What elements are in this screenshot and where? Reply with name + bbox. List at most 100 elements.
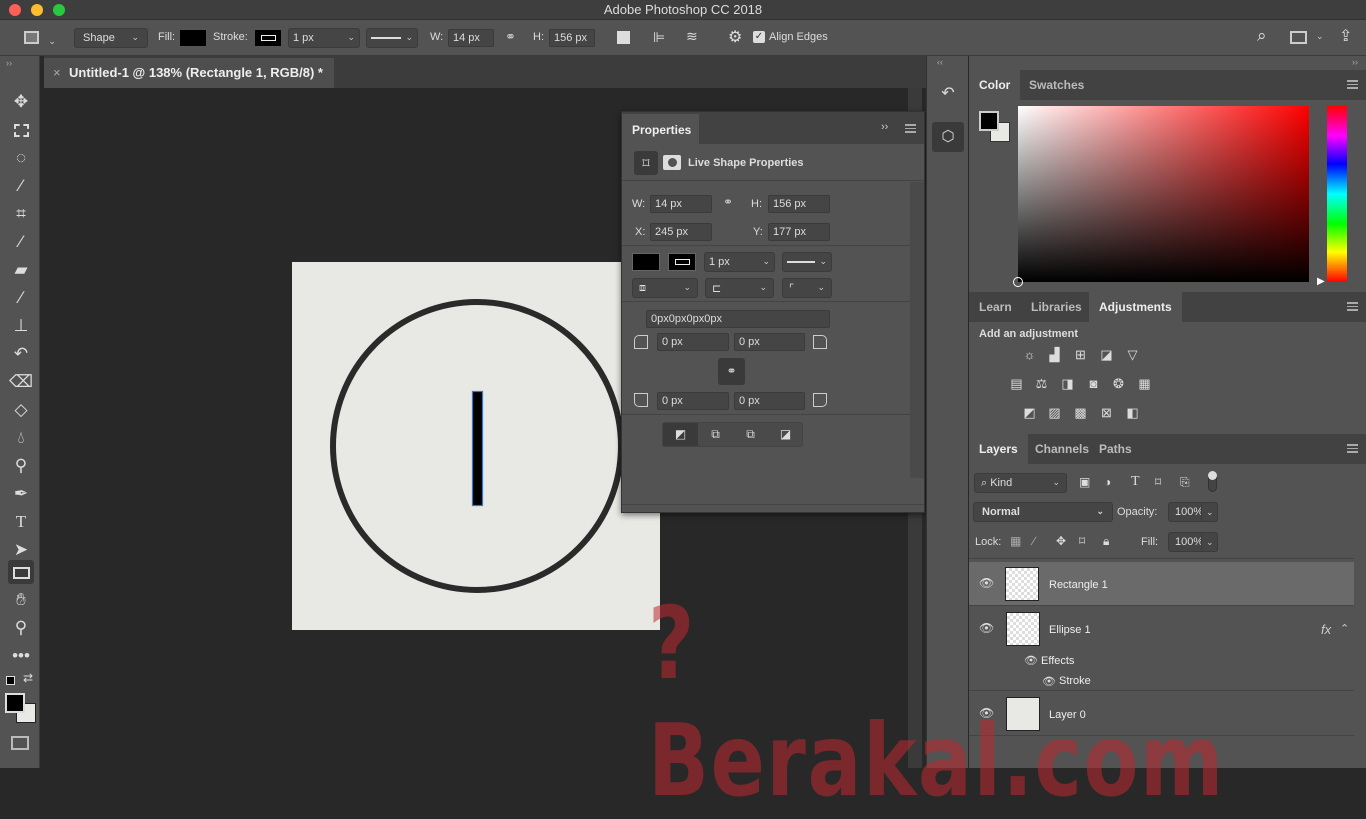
link-icon[interactable]: ⚭ [723,195,733,209]
pen-tool-icon[interactable]: ✒︎ [8,482,34,506]
effects-eye-icon[interactable]: 👁︎ [1024,654,1038,667]
corner-top-left-field[interactable]: 0 px [657,333,729,351]
pixel-layer-filter-icon[interactable]: ▣ [1079,475,1090,489]
tool-preset-picker[interactable]: ⌄ [24,28,64,48]
resize-handle[interactable] [622,504,924,512]
path-selection-tool-icon[interactable]: ➤ [8,538,34,562]
vibrance-icon[interactable]: ▽ [1124,348,1141,362]
corner-bottom-left-field[interactable]: 0 px [657,392,729,410]
adjustment-layer-filter-icon[interactable]: ◑ [1104,475,1111,489]
lock-position-icon[interactable]: ✥ [1056,534,1066,548]
visibility-eye-icon[interactable]: 👁︎ [979,621,994,635]
swap-colors-icon[interactable]: ⇄ [23,671,33,685]
tab-adjustments[interactable]: Adjustments [1089,292,1182,322]
filter-toggle[interactable] [1208,471,1217,492]
eyedropper-tool-icon[interactable]: ⁄ [8,230,34,254]
corner-radius-summary[interactable]: 0px0px0px0px [646,310,830,328]
clone-stamp-tool-icon[interactable]: ⊥ [8,314,34,338]
width-field[interactable]: 14 px [448,29,494,47]
stroke-effect-label[interactable]: Stroke [1059,675,1091,687]
selective-color-icon[interactable]: ⊠ [1098,406,1115,420]
fill-dropdown[interactable]: ⌄ [1201,532,1218,552]
threshold-icon[interactable]: ▩ [1072,406,1089,420]
healing-brush-tool-icon[interactable]: ▰ [8,258,34,282]
levels-icon[interactable]: ▟ [1046,348,1063,362]
history-brush-tool-icon[interactable]: ↶ [8,342,34,366]
document-canvas[interactable] [292,262,660,630]
intersect-shapes-icon[interactable]: ⧉ [733,423,768,446]
panel-menu-icon[interactable] [1347,302,1358,311]
chevron-up-icon[interactable]: ⌃ [1340,622,1349,635]
tab-swatches[interactable]: Swatches [1019,70,1094,100]
share-icon[interactable]: ⇪ [1339,26,1352,46]
panel-menu-icon[interactable] [905,124,916,133]
channel-mixer-icon[interactable]: ❂ [1110,377,1127,391]
history-panel-icon[interactable]: ↶ [934,80,962,108]
w-field[interactable]: 14 px [650,195,712,213]
color-field[interactable] [1013,106,1309,287]
photo-filter-icon[interactable]: ◙ [1085,377,1102,391]
close-tab-icon[interactable]: × [53,65,61,80]
zoom-tool-icon[interactable]: ⚲ [8,616,34,640]
stroke-corners-dropdown[interactable]: ⌜ ⌄ [782,278,832,298]
color-lookup-icon[interactable]: ▦ [1136,377,1153,391]
posterize-icon[interactable]: ▨ [1046,406,1063,420]
workspace-icon[interactable] [1290,31,1307,44]
tab-libraries[interactable]: Libraries [1021,292,1092,322]
lock-artboard-icon[interactable]: ⌑ [1079,534,1085,548]
brightness-contrast-icon[interactable]: ☼ [1021,348,1038,362]
crop-tool-icon[interactable]: ⌗ [8,202,34,226]
move-tool-icon[interactable]: ✥ [8,90,34,114]
color-balance-icon[interactable]: ⚖ [1033,377,1050,391]
type-tool-icon[interactable]: T [8,510,34,534]
gear-icon[interactable]: ⚙ [728,27,742,47]
smart-object-filter-icon[interactable]: ⎘ [1180,475,1190,490]
layer-row[interactable]: 👁︎ Rectangle 1 [969,562,1354,606]
tab-learn[interactable]: Learn [969,292,1022,322]
gradient-map-icon[interactable]: ◧ [1124,406,1141,420]
fill-swatch[interactable] [179,29,207,47]
fill-swatch[interactable] [632,253,660,271]
link-corners-icon[interactable]: ⚭ [718,358,745,385]
search-icon[interactable]: ⌕ [1257,26,1267,46]
path-arrangement-icon[interactable]: ≋ [686,28,698,48]
stroke-type-dropdown[interactable]: ⌄ [782,252,832,272]
panel-menu-icon[interactable] [1347,80,1358,89]
collapse-icon[interactable]: ›› [6,58,12,68]
black-white-icon[interactable]: ◨ [1059,377,1076,391]
layer-row[interactable]: 👁︎ Layer 0 [969,692,1354,736]
hue-saturation-icon[interactable]: ▤ [1008,377,1025,391]
expand-icon[interactable]: ‹‹ [937,57,943,67]
x-field[interactable]: 245 px [650,223,712,241]
lock-transparent-icon[interactable]: ▦ [1010,534,1021,548]
lock-all-icon[interactable]: 🔒︎ [1103,534,1109,549]
marquee-tool-icon[interactable] [8,118,34,142]
stroke-effect-eye-icon[interactable]: 👁︎ [1042,675,1056,688]
type-layer-filter-icon[interactable]: T [1131,474,1140,490]
subtract-shape-icon[interactable]: ⧉ [698,423,733,446]
transform-properties-icon[interactable]: ⌑ [634,151,658,175]
blur-tool-icon[interactable]: 💧︎ [8,426,34,450]
stroke-width-field[interactable]: 1 px ⌄ [704,252,775,272]
hue-slider-handle[interactable]: ▶ [1317,276,1325,287]
quick-mask-icon[interactable] [11,736,29,750]
tool-mode-dropdown[interactable]: Shape ⌄ [74,28,148,48]
3d-panel-icon[interactable]: ⬡ [932,122,964,152]
magic-wand-tool-icon[interactable]: ⁄ [8,174,34,198]
foreground-color-swatch[interactable] [5,693,25,713]
stroke-type-dropdown[interactable]: ⌄ [366,28,418,48]
stroke-width-field[interactable]: 1 px ⌄ [288,28,360,48]
visibility-eye-icon[interactable]: 👁︎ [979,706,994,720]
curves-icon[interactable]: ⊞ [1072,348,1089,362]
tab-layers[interactable]: Layers [969,434,1028,464]
tab-paths[interactable]: Paths [1089,434,1142,464]
rectangle-shape[interactable] [471,390,484,507]
stroke-caps-dropdown[interactable]: ⊏ ⌄ [705,278,774,298]
hue-slider[interactable] [1327,106,1347,282]
document-tab[interactable]: × Untitled-1 @ 138% (Rectangle 1, RGB/8)… [44,58,334,88]
stroke-swatch[interactable] [668,253,696,271]
rectangle-tool-icon[interactable] [8,560,34,584]
stroke-swatch[interactable] [254,29,282,47]
dodge-tool-icon[interactable]: ⚲ [8,454,34,478]
visibility-eye-icon[interactable]: 👁︎ [979,576,994,590]
